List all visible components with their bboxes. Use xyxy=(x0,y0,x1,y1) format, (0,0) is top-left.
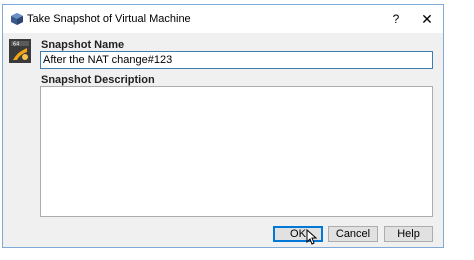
window-title: Take Snapshot of Virtual Machine xyxy=(27,13,191,25)
svg-text:64: 64 xyxy=(13,42,19,48)
snapshot-description-textarea[interactable] xyxy=(40,86,433,217)
mouse-pointer-icon xyxy=(306,229,318,245)
title-bar[interactable]: Take Snapshot of Virtual Machine ? ✕ xyxy=(3,5,443,33)
snapshot-description-label: Snapshot Description xyxy=(41,74,155,86)
vm-os-icon: 64 xyxy=(9,39,31,63)
virtualbox-icon xyxy=(11,13,23,25)
help-title-button[interactable]: ? xyxy=(389,11,403,27)
cancel-button[interactable]: Cancel xyxy=(328,226,378,242)
help-button[interactable]: Help xyxy=(384,226,433,242)
snapshot-dialog: Take Snapshot of Virtual Machine ? ✕ 64 … xyxy=(2,4,444,248)
snapshot-name-input[interactable] xyxy=(40,51,433,69)
close-button[interactable]: ✕ xyxy=(419,10,435,28)
snapshot-name-label: Snapshot Name xyxy=(41,39,125,51)
